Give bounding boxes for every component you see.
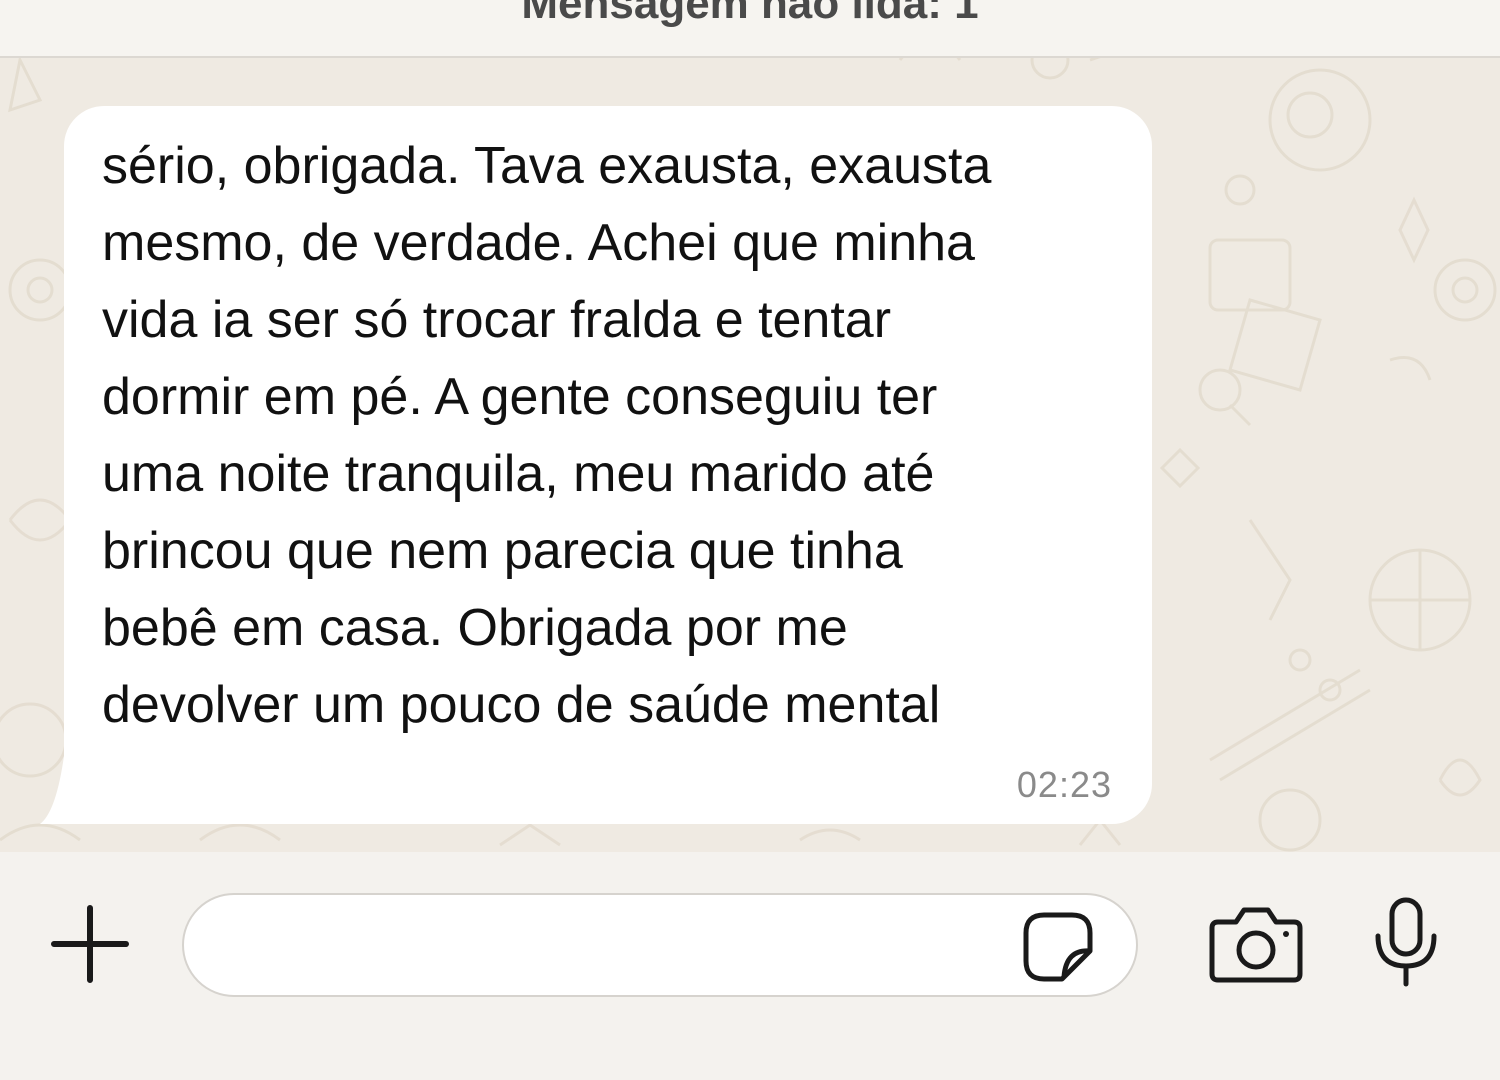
message-input-field[interactable] xyxy=(182,893,1138,997)
message-list[interactable]: Mensagem não lida: 1 sério, obrigada. Ta… xyxy=(0,0,1500,852)
microphone-icon xyxy=(1375,897,1437,987)
chat-screen: Mensagem não lida: 1 sério, obrigada. Ta… xyxy=(0,0,1500,1080)
sticker-button[interactable] xyxy=(1022,911,1094,983)
message-bubble-container[interactable]: sério, obrigada. Tava exausta, exausta m… xyxy=(38,106,1158,828)
camera-icon xyxy=(1209,907,1303,983)
plus-icon xyxy=(51,905,129,983)
voice-message-button[interactable] xyxy=(1372,896,1440,990)
unread-count-label: Mensagem não lida: 1 xyxy=(521,0,979,28)
camera-button[interactable] xyxy=(1208,906,1304,984)
message-text: sério, obrigada. Tava exausta, exausta m… xyxy=(102,137,992,734)
message-input[interactable] xyxy=(224,915,1008,977)
attach-button[interactable] xyxy=(48,902,132,986)
incoming-message-bubble[interactable]: sério, obrigada. Tava exausta, exausta m… xyxy=(64,106,1152,824)
message-timestamp: 02:23 xyxy=(1016,764,1112,805)
sticker-icon xyxy=(1023,912,1093,982)
unread-messages-banner: Mensagem não lida: 1 xyxy=(0,0,1500,58)
